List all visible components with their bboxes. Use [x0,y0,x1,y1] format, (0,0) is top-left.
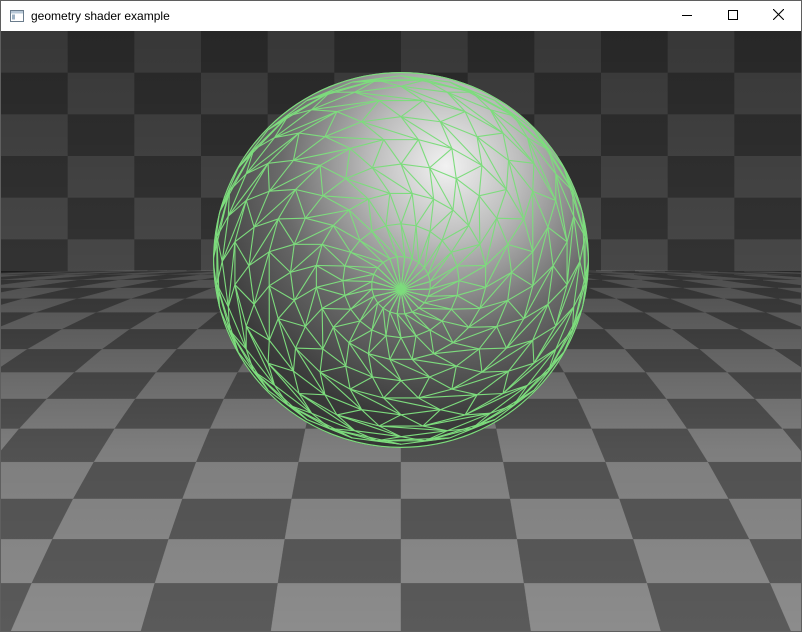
app-window-icon [10,9,24,23]
close-button[interactable] [755,1,801,31]
wire-edge [316,264,345,267]
wire-edge [468,325,497,328]
minimize-button[interactable] [664,1,710,31]
title-bar[interactable]: geometry shader example [1,1,801,31]
wire-edge [321,308,324,349]
minimize-icon [682,7,692,25]
wire-edge [478,195,481,245]
scene-canvas [1,31,801,631]
app-window: geometry shader example [0,0,802,632]
window-title: geometry shader example [31,9,170,23]
render-viewport[interactable] [1,31,801,631]
maximize-button[interactable] [710,1,756,31]
wire-edge [278,217,306,220]
wire-edge [496,217,524,220]
close-icon [772,7,784,25]
maximize-icon [728,7,738,25]
wire-edge [457,264,486,267]
